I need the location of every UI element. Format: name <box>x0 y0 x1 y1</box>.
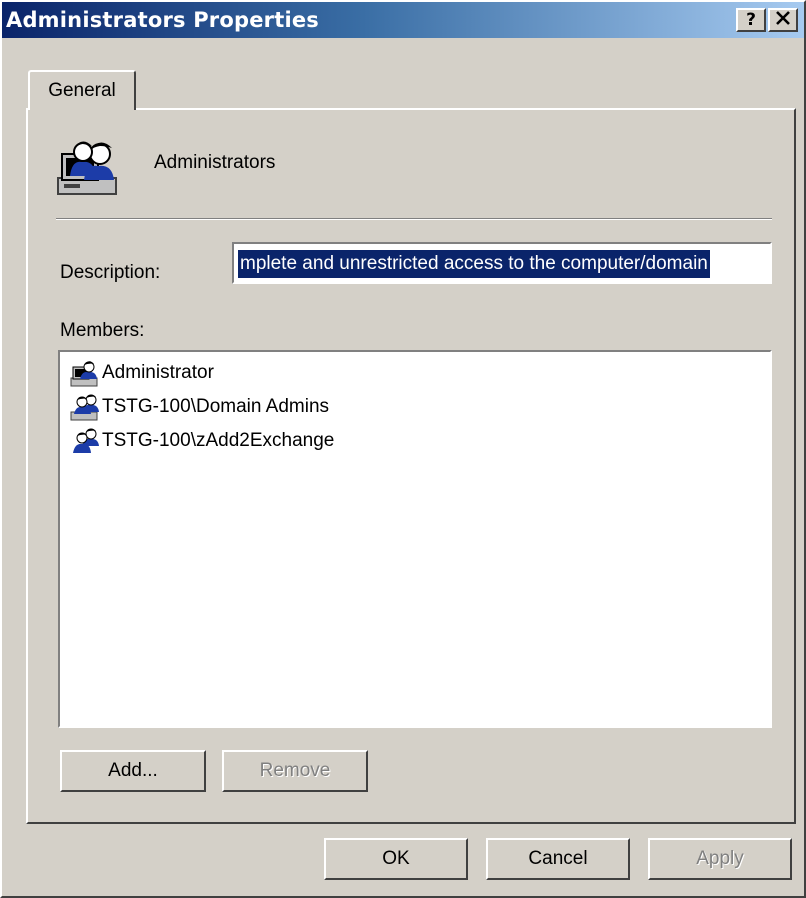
members-list[interactable]: Administrator TSTG-100\Domain Admins TST… <box>58 350 772 728</box>
properties-dialog: Administrators Properties ? General Admi… <box>0 0 806 898</box>
tab-general[interactable]: General <box>28 70 136 110</box>
close-icon <box>776 10 790 30</box>
members-label: Members: <box>60 320 145 341</box>
window-title: Administrators Properties <box>6 8 319 32</box>
list-item[interactable]: TSTG-100\Domain Admins <box>70 390 329 424</box>
list-item[interactable]: Administrator <box>70 356 214 390</box>
group-icon <box>70 394 99 421</box>
apply-button[interactable]: Apply <box>648 838 792 880</box>
description-value: mplete and unrestricted access to the co… <box>238 250 710 278</box>
member-name: Administrator <box>102 362 214 383</box>
separator <box>56 218 772 220</box>
general-tab-panel: Administrators Description: mplete and u… <box>26 108 796 824</box>
group-icon <box>73 428 99 453</box>
help-button[interactable]: ? <box>736 8 766 32</box>
cancel-button[interactable]: Cancel <box>486 838 630 880</box>
remove-button[interactable]: Remove <box>222 750 368 792</box>
ok-button[interactable]: OK <box>324 838 468 880</box>
member-name: TSTG-100\zAdd2Exchange <box>102 430 335 451</box>
group-icon <box>56 134 124 198</box>
title-bar[interactable]: Administrators Properties ? <box>2 2 804 38</box>
group-name: Administrators <box>154 152 276 173</box>
member-name: TSTG-100\Domain Admins <box>102 396 330 417</box>
description-field[interactable]: mplete and unrestricted access to the co… <box>232 242 772 284</box>
user-icon <box>70 361 98 387</box>
add-button[interactable]: Add... <box>60 750 206 792</box>
list-item[interactable]: TSTG-100\zAdd2Exchange <box>70 424 334 458</box>
description-label: Description: <box>60 262 161 283</box>
close-button[interactable] <box>768 8 798 32</box>
